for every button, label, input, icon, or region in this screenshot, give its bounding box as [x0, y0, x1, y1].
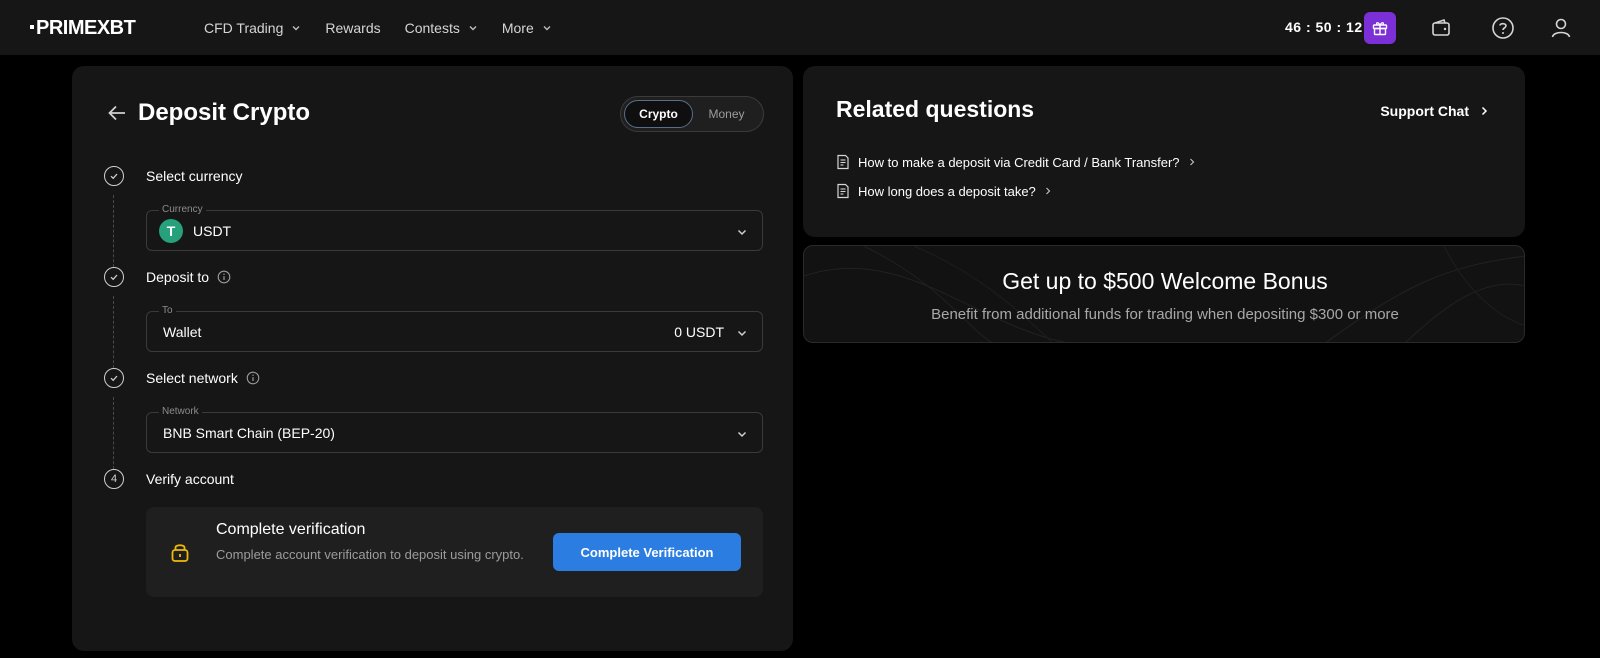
chevron-down-icon: [469, 25, 477, 30]
complete-verification-button[interactable]: Complete Verification: [553, 533, 741, 571]
user-icon: [1551, 18, 1571, 38]
prime-xbt-logo[interactable]: PRIMEXBT: [30, 17, 136, 40]
question-link[interactable]: How long does a deposit take?: [836, 183, 1052, 199]
back-arrow-icon[interactable]: [106, 102, 128, 124]
question-text: How to make a deposit via Credit Card / …: [858, 154, 1180, 170]
toggle-money[interactable]: Money: [693, 100, 760, 128]
deposit-method-toggle: Crypto Money: [620, 96, 764, 132]
verification-panel: Complete verification Complete account v…: [146, 507, 763, 597]
help-icon: [1492, 17, 1514, 39]
support-chat-link[interactable]: Support Chat: [1380, 103, 1489, 119]
chevron-right-icon: [1045, 187, 1051, 195]
field-legend: Network: [159, 406, 202, 417]
step-connector: [113, 195, 114, 277]
currency-select[interactable]: Currency T USDT: [146, 204, 763, 251]
step-label-select-currency: Select currency: [146, 168, 242, 184]
tether-icon: T: [159, 219, 183, 243]
verification-title: Complete verification: [216, 521, 366, 538]
welcome-bonus-banner[interactable]: Get up to $500 Welcome Bonus Benefit fro…: [803, 245, 1525, 343]
countdown-timer: 46 : 50 : 12: [1285, 19, 1363, 35]
step-label-select-network: Select network: [146, 370, 260, 386]
currency-value: USDT: [193, 223, 232, 239]
step-connector: [113, 296, 114, 378]
chevron-down-icon: [737, 330, 747, 337]
step-label-text: Select currency: [146, 168, 243, 184]
document-icon: [837, 154, 849, 170]
question-link[interactable]: How to make a deposit via Credit Card / …: [836, 154, 1196, 170]
chevron-right-icon: [1481, 106, 1488, 116]
network-select[interactable]: Network BNB Smart Chain (BEP-20): [146, 406, 763, 453]
main-nav: CFD Trading Rewards Contests More: [204, 0, 552, 55]
user-button[interactable]: [1547, 14, 1575, 42]
deposit-to-value: Wallet: [163, 324, 202, 340]
step-check-icon: [104, 368, 124, 388]
step-connector: [113, 397, 114, 479]
wallet-icon: [1432, 18, 1450, 36]
nav-item-cfd-trading[interactable]: CFD Trading: [204, 20, 301, 36]
nav-item-label: Contests: [404, 19, 460, 36]
chevron-down-icon: [292, 25, 300, 30]
document-icon: [837, 183, 849, 199]
nav-item-rewards[interactable]: Rewards: [325, 20, 380, 36]
network-value: BNB Smart Chain (BEP-20): [163, 425, 335, 441]
deposit-to-select[interactable]: To Wallet 0 USDT: [146, 305, 763, 352]
chevron-right-icon: [1189, 158, 1194, 166]
gift-icon: [1372, 22, 1388, 36]
nav-item-label: More: [501, 19, 534, 36]
step-label-verify-account: Verify account: [146, 471, 234, 487]
deposit-card: Deposit Crypto Crypto Money Select curre…: [72, 66, 793, 651]
support-chat-label: Support Chat: [1380, 103, 1469, 119]
step-label-text: Verify account: [146, 471, 234, 487]
bonus-title: Get up to $500 Welcome Bonus: [1002, 268, 1328, 294]
wallet-balance: 0 USDT: [674, 324, 724, 340]
step-label-deposit-to: Deposit to: [146, 269, 231, 285]
chevron-down-icon: [543, 25, 551, 30]
toggle-crypto[interactable]: Crypto: [624, 100, 693, 128]
related-questions-card: Related questions Support Chat How to ma…: [803, 66, 1525, 237]
step-label-text: Select network: [146, 370, 238, 386]
nav-item-label: CFD Trading: [204, 19, 284, 36]
related-questions-title: Related questions: [836, 96, 1035, 122]
info-icon[interactable]: [246, 371, 260, 385]
step-number-4: 4: [104, 469, 124, 489]
page-title: Deposit Crypto: [138, 99, 311, 126]
field-legend: To: [159, 305, 176, 316]
nav-item-contests[interactable]: Contests: [405, 20, 478, 36]
step-label-text: Deposit to: [146, 269, 210, 285]
logo-dot: [30, 24, 34, 29]
info-icon[interactable]: [217, 270, 231, 284]
wallet-button[interactable]: [1427, 14, 1455, 42]
logo-text: PRIMEXBT: [36, 17, 136, 39]
step-check-icon: [104, 166, 124, 186]
top-navbar: PRIMEXBT CFD Trading Rewards Contests Mo…: [0, 0, 1600, 55]
verification-description: Complete account verification to deposit…: [216, 547, 524, 562]
field-legend: Currency: [159, 204, 206, 215]
gift-button[interactable]: [1364, 12, 1396, 44]
chevron-down-icon: [737, 229, 747, 236]
chevron-down-icon: [737, 431, 747, 438]
lock-icon: [171, 544, 189, 562]
step-check-icon: [104, 267, 124, 287]
help-button[interactable]: [1489, 14, 1517, 42]
nav-item-more[interactable]: More: [502, 20, 552, 36]
nav-item-label: Rewards: [325, 19, 381, 36]
bonus-subtitle: Benefit from additional funds for tradin…: [931, 306, 1399, 323]
question-text: How long does a deposit take?: [858, 183, 1036, 199]
